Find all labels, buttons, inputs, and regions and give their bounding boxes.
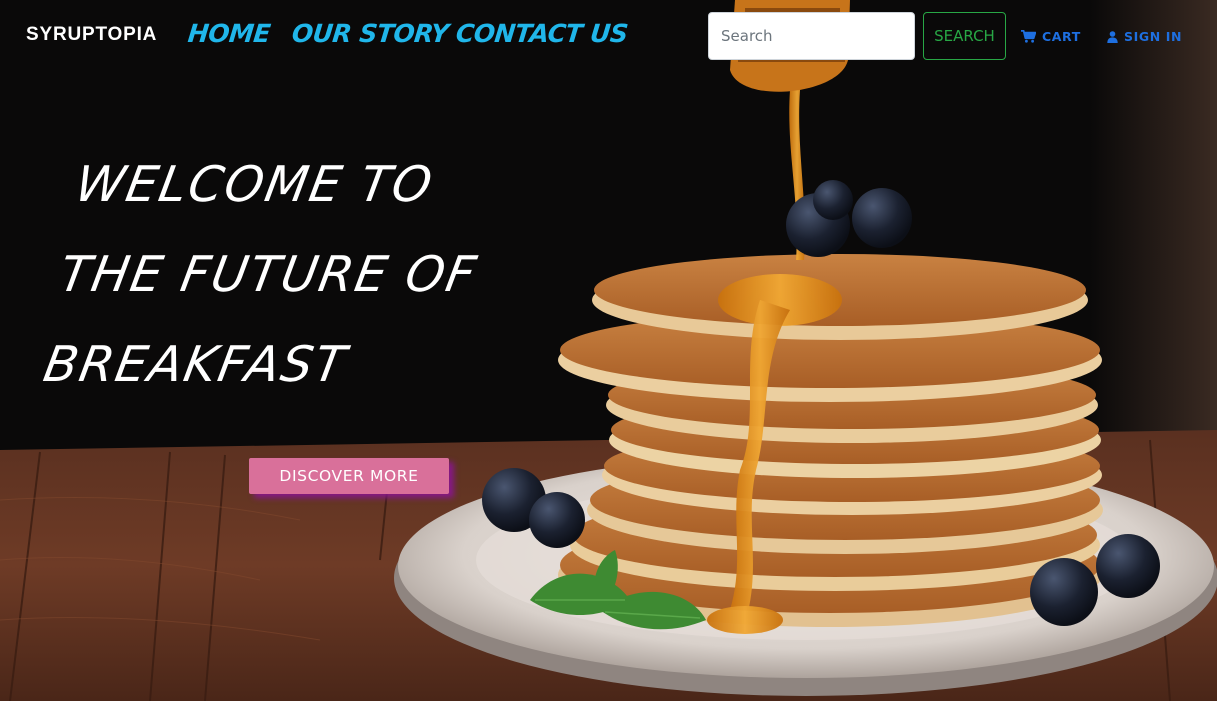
hero-title-line-3: BREAKFAST: [39, 336, 352, 393]
search-button[interactable]: SEARCH: [923, 12, 1006, 60]
navbar: SYRUPTOPIA HOME OUR STORY CONTACT US SEA…: [0, 0, 1217, 74]
sign-in-link[interactable]: SIGN IN: [1107, 29, 1182, 44]
cart-label: CART: [1042, 29, 1081, 44]
search-input[interactable]: [708, 12, 915, 60]
sign-in-label: SIGN IN: [1124, 29, 1183, 44]
hero-title-line-2: THE FUTURE OF: [55, 246, 482, 303]
nav-link-home[interactable]: HOME: [186, 19, 271, 48]
shopping-cart-icon: [1021, 30, 1036, 43]
nav-link-our-story[interactable]: OUR STORY: [290, 19, 449, 48]
user-icon: [1107, 30, 1118, 43]
hero-title: WELCOME TO THE FUTURE OF BREAKFAST: [36, 140, 500, 410]
nav-link-contact-us[interactable]: CONTACT US: [454, 19, 629, 48]
cart-link[interactable]: CART: [1021, 29, 1081, 44]
hero-title-line-1: WELCOME TO: [71, 156, 438, 213]
discover-more-button[interactable]: DISCOVER MORE: [249, 458, 449, 494]
brand-logo[interactable]: SYRUPTOPIA: [26, 24, 157, 46]
